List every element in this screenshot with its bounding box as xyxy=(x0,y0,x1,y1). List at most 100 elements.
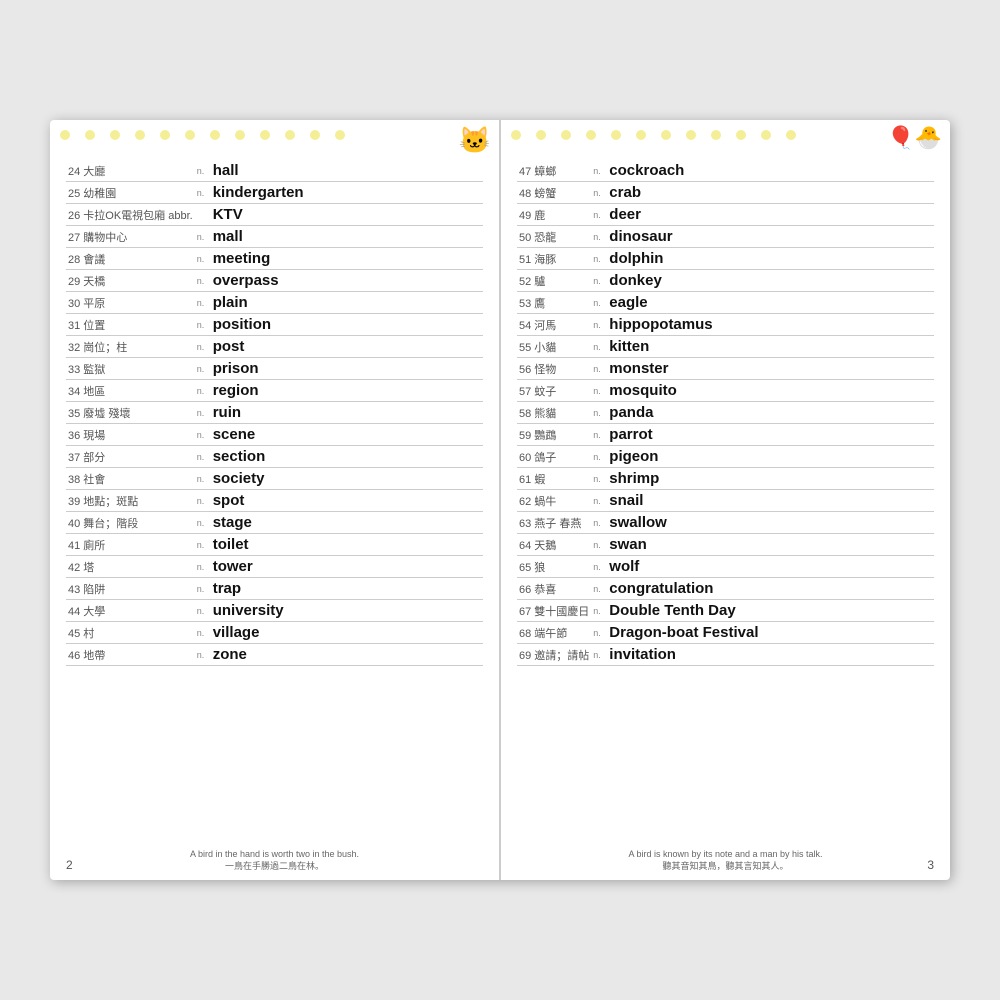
word-english: toilet xyxy=(211,534,483,556)
word-number: 37 部分 xyxy=(66,446,195,468)
word-type: n. xyxy=(195,292,211,314)
word-english: dolphin xyxy=(607,248,934,270)
word-number: 45 村 xyxy=(66,622,195,644)
right-word-row: 69 邀請；請帖 n. invitation xyxy=(517,644,934,666)
word-english: parrot xyxy=(607,424,934,446)
word-english: meeting xyxy=(211,248,483,270)
word-number: 50 恐龍 xyxy=(517,226,591,248)
word-number: 65 狼 xyxy=(517,556,591,578)
word-number: 56 怪物 xyxy=(517,358,591,380)
word-type: n. xyxy=(195,226,211,248)
word-number: 33 監獄 xyxy=(66,358,195,380)
word-number: 69 邀請；請帖 xyxy=(517,644,591,666)
right-word-row: 57 蚊子 n. mosquito xyxy=(517,380,934,402)
right-word-row: 67 雙十國慶日 n. Double Tenth Day xyxy=(517,600,934,622)
word-type: n. xyxy=(591,358,607,380)
word-number: 52 驢 xyxy=(517,270,591,292)
word-english: kitten xyxy=(607,336,934,358)
word-type: n. xyxy=(591,512,607,534)
left-page-content: 24 大廳 n. hall 25 幼稚園 n. kindergarten 26 … xyxy=(66,160,483,666)
right-word-row: 52 驢 n. donkey xyxy=(517,270,934,292)
word-type: n. xyxy=(195,182,211,204)
word-english: plain xyxy=(211,292,483,314)
word-number: 30 平原 xyxy=(66,292,195,314)
word-number: 68 端午節 xyxy=(517,622,591,644)
word-english: pigeon xyxy=(607,446,934,468)
word-type: n. xyxy=(591,160,607,182)
word-type: n. xyxy=(591,248,607,270)
left-word-row: 40 舞台；階段 n. stage xyxy=(66,512,483,534)
word-english: hall xyxy=(211,160,483,182)
word-english: prison xyxy=(211,358,483,380)
right-page-number: 3 xyxy=(927,858,934,872)
word-number: 58 熊貓 xyxy=(517,402,591,424)
word-english: dinosaur xyxy=(607,226,934,248)
left-word-row: 35 廢墟 殘壞 n. ruin xyxy=(66,402,483,424)
left-word-row: 46 地帶 n. zone xyxy=(66,644,483,666)
right-word-row: 59 鸚鵡 n. parrot xyxy=(517,424,934,446)
word-english: zone xyxy=(211,644,483,666)
right-word-row: 68 端午節 n. Dragon-boat Festival xyxy=(517,622,934,644)
word-type: n. xyxy=(195,248,211,270)
word-type: n. xyxy=(195,314,211,336)
word-english: society xyxy=(211,468,483,490)
word-type: n. xyxy=(195,358,211,380)
word-number: 47 蟑螂 xyxy=(517,160,591,182)
right-word-row: 65 狼 n. wolf xyxy=(517,556,934,578)
word-english: kindergarten xyxy=(211,182,483,204)
right-word-table: 47 蟑螂 n. cockroach 48 螃蟹 n. crab 49 鹿 n.… xyxy=(517,160,934,666)
left-word-row: 45 村 n. village xyxy=(66,622,483,644)
word-number: 40 舞台；階段 xyxy=(66,512,195,534)
right-page-content: 47 蟑螂 n. cockroach 48 螃蟹 n. crab 49 鹿 n.… xyxy=(517,160,934,666)
word-english: tower xyxy=(211,556,483,578)
word-type: n. xyxy=(195,578,211,600)
word-number: 34 地區 xyxy=(66,380,195,402)
word-number: 61 蝦 xyxy=(517,468,591,490)
word-type: n. xyxy=(195,446,211,468)
word-type: n. xyxy=(195,556,211,578)
word-english: university xyxy=(211,600,483,622)
word-type: n. xyxy=(195,534,211,556)
right-word-row: 55 小貓 n. kitten xyxy=(517,336,934,358)
left-word-row: 33 監獄 n. prison xyxy=(66,358,483,380)
word-number: 59 鸚鵡 xyxy=(517,424,591,446)
word-english: hippopotamus xyxy=(607,314,934,336)
word-type: n. xyxy=(591,292,607,314)
left-word-row: 27 購物中心 n. mall xyxy=(66,226,483,248)
left-word-row: 36 現場 n. scene xyxy=(66,424,483,446)
word-english: crab xyxy=(607,182,934,204)
right-word-row: 66 恭喜 n. congratulation xyxy=(517,578,934,600)
word-type: n. xyxy=(591,314,607,336)
word-type: n. xyxy=(591,556,607,578)
word-english: ruin xyxy=(211,402,483,424)
book: 🐱 24 大廳 n. hall 25 幼稚園 n. kindergarten 2… xyxy=(50,120,950,880)
word-type: n. xyxy=(195,490,211,512)
word-number: 51 海豚 xyxy=(517,248,591,270)
right-word-row: 48 螃蟹 n. crab xyxy=(517,182,934,204)
word-number: 39 地點；斑點 xyxy=(66,490,195,512)
word-type: n. xyxy=(591,600,607,622)
word-number: 55 小貓 xyxy=(517,336,591,358)
word-type: n. xyxy=(195,600,211,622)
word-number: 41 廁所 xyxy=(66,534,195,556)
word-type: n. xyxy=(195,644,211,666)
left-word-row: 41 廁所 n. toilet xyxy=(66,534,483,556)
right-word-row: 56 怪物 n. monster xyxy=(517,358,934,380)
word-number: 53 鷹 xyxy=(517,292,591,314)
word-english: region xyxy=(211,380,483,402)
left-page-number: 2 xyxy=(66,858,73,872)
right-word-row: 61 蝦 n. shrimp xyxy=(517,468,934,490)
word-type: n. xyxy=(591,446,607,468)
word-number: 63 燕子 春燕 xyxy=(517,512,591,534)
word-english: invitation xyxy=(607,644,934,666)
word-type: n. xyxy=(591,402,607,424)
word-english: congratulation xyxy=(607,578,934,600)
word-number: 26 卡拉OK電視包廂 abbr. xyxy=(66,204,195,226)
right-word-row: 60 鴿子 n. pigeon xyxy=(517,446,934,468)
word-type: n. xyxy=(591,182,607,204)
word-number: 32 崗位；柱 xyxy=(66,336,195,358)
word-type: n. xyxy=(195,424,211,446)
right-word-row: 51 海豚 n. dolphin xyxy=(517,248,934,270)
word-english: swan xyxy=(607,534,934,556)
word-english: mall xyxy=(211,226,483,248)
